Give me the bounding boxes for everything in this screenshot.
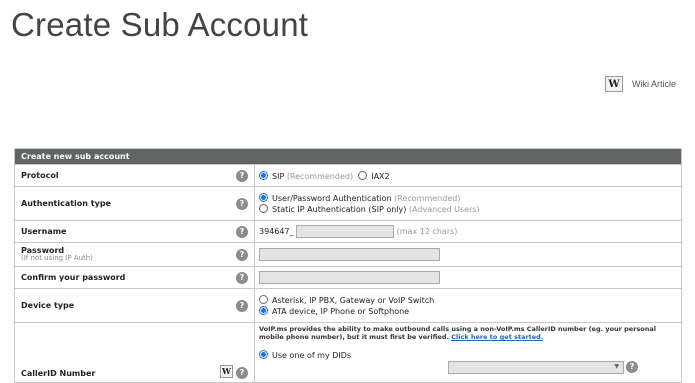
protocol-sip-label: SIP bbox=[272, 171, 285, 181]
radio-selected-icon bbox=[259, 305, 268, 315]
confirm-password-input[interactable] bbox=[259, 271, 440, 284]
wiki-article-link[interactable]: W Wiki Article bbox=[604, 76, 676, 92]
password-sublabel: (If not using IP Auth) bbox=[21, 254, 93, 262]
callerid-use-did-radio[interactable]: Use one of my DIDs bbox=[259, 350, 352, 360]
auth-option2-note: (Advanced Users) bbox=[408, 204, 480, 214]
wikipedia-icon[interactable]: W bbox=[220, 365, 233, 378]
auth-type-row: Authentication type ? User/Password Auth… bbox=[14, 186, 682, 221]
radio-unselected-icon bbox=[259, 294, 268, 304]
protocol-iax2-radio[interactable]: IAX2 bbox=[358, 170, 390, 181]
help-icon[interactable]: ? bbox=[236, 367, 248, 379]
radio-selected-icon bbox=[259, 192, 268, 202]
chevron-down-icon: ▼ bbox=[614, 363, 619, 370]
device-type-label: Device type bbox=[21, 301, 75, 310]
username-row: Username ? 394647_ (max 12 chars) bbox=[14, 220, 682, 243]
radio-selected-icon bbox=[259, 170, 268, 180]
help-icon[interactable]: ? bbox=[236, 271, 248, 284]
protocol-sip-radio[interactable]: SIP (Recommended) bbox=[259, 170, 354, 181]
form-header: Create new sub account bbox=[14, 148, 682, 165]
password-row: Password (If not using IP Auth) ? bbox=[14, 242, 682, 267]
create-sub-account-form: Create new sub account Protocol ? SIP (R… bbox=[14, 148, 682, 383]
device-option2-label: ATA device, IP Phone or Softphone bbox=[272, 306, 410, 316]
did-select[interactable]: ▼ bbox=[448, 361, 624, 374]
help-icon[interactable]: ? bbox=[626, 361, 638, 373]
callerid-label: CallerID Number bbox=[21, 369, 96, 378]
wikipedia-icon: W bbox=[604, 76, 623, 92]
auth-option1-note: (Recommended) bbox=[394, 193, 461, 203]
protocol-sip-note: (Recommended) bbox=[286, 171, 354, 181]
callerid-verify-link[interactable]: Click here to get started. bbox=[451, 333, 543, 341]
callerid-option1-label: Use one of my DIDs bbox=[272, 351, 352, 360]
auth-user-password-radio[interactable]: User/Password Authentication (Recommende… bbox=[259, 192, 681, 204]
help-icon[interactable]: ? bbox=[236, 169, 248, 182]
help-icon[interactable]: ? bbox=[236, 197, 248, 210]
confirm-password-row: Confirm your password ? bbox=[14, 266, 682, 289]
page-title: Create Sub Account bbox=[11, 6, 309, 43]
auth-static-ip-radio[interactable]: Static IP Authentication (SIP only) (Adv… bbox=[259, 203, 681, 215]
help-icon[interactable]: ? bbox=[236, 225, 248, 238]
wiki-article-label: Wiki Article bbox=[631, 79, 676, 89]
device-pbx-radio[interactable]: Asterisk, IP PBX, Gateway or VoIP Switch bbox=[259, 294, 681, 306]
radio-unselected-icon bbox=[358, 170, 368, 180]
username-input[interactable] bbox=[296, 225, 395, 238]
protocol-iax2-label: IAX2 bbox=[371, 171, 390, 181]
help-icon[interactable]: ? bbox=[236, 248, 248, 261]
device-option1-label: Asterisk, IP PBX, Gateway or VoIP Switch bbox=[272, 295, 435, 305]
device-ata-radio[interactable]: ATA device, IP Phone or Softphone bbox=[259, 305, 681, 317]
radio-selected-icon bbox=[259, 350, 268, 359]
auth-type-label: Authentication type bbox=[21, 199, 111, 208]
protocol-label: Protocol bbox=[21, 171, 59, 180]
username-hint: (max 12 chars) bbox=[396, 227, 458, 236]
protocol-row: Protocol ? SIP (Recommended) IAX2 bbox=[14, 164, 682, 187]
device-type-row: Device type ? Asterisk, IP PBX, Gateway … bbox=[14, 288, 682, 323]
radio-unselected-icon bbox=[259, 203, 268, 213]
auth-option1-label: User/Password Authentication bbox=[272, 193, 392, 203]
confirm-password-label: Confirm your password bbox=[21, 273, 126, 282]
username-prefix: 394647_ bbox=[259, 227, 294, 236]
help-icon[interactable]: ? bbox=[236, 299, 248, 312]
username-label: Username bbox=[21, 227, 67, 236]
password-input[interactable] bbox=[259, 248, 440, 261]
auth-option2-label: Static IP Authentication (SIP only) bbox=[272, 204, 407, 214]
